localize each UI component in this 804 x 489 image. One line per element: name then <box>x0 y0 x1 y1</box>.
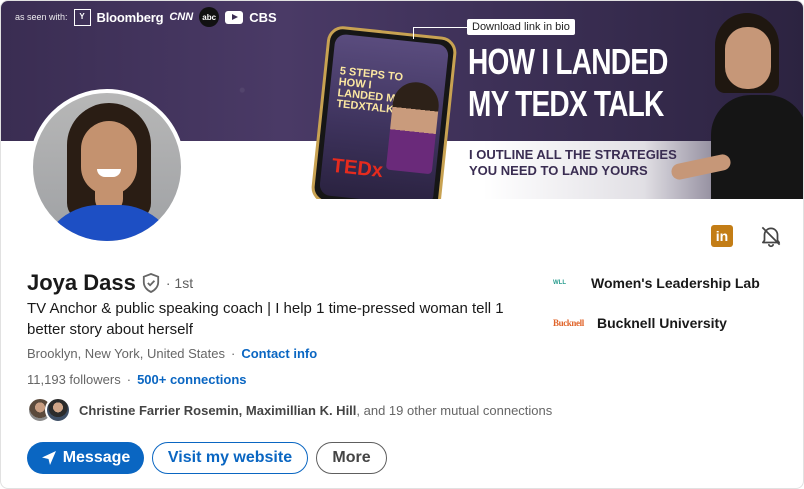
name-row: Joya Dass · 1st <box>27 269 193 297</box>
bucknell-logo: Bucknell <box>553 318 584 328</box>
linkedin-premium-icon[interactable]: in <box>711 225 733 247</box>
as-seen-label: as seen with: <box>15 12 68 22</box>
download-pointer-line <box>413 27 467 39</box>
mutual-avatar-2 <box>45 397 71 423</box>
bloomberg-logo: Bloomberg <box>96 9 164 25</box>
cbs-logo: CBS <box>249 9 277 25</box>
avatar-face <box>81 121 137 195</box>
message-button-label: Message <box>62 449 131 466</box>
org-bucknell-university[interactable]: Bucknell Bucknell University <box>553 312 727 334</box>
followers-count: 11,193 followers <box>27 372 121 387</box>
avatar-dress <box>39 205 179 241</box>
profile-avatar[interactable] <box>29 89 185 245</box>
connections-link[interactable]: 500+ connections <box>137 372 246 387</box>
profile-location: Brooklyn, New York, United States <box>27 346 225 361</box>
download-link-label: Download link in bio <box>467 19 575 35</box>
youtube-icon <box>225 10 244 24</box>
mutual-connections[interactable]: Christine Farrier Rosemin, Maximillian K… <box>27 397 552 423</box>
message-button[interactable]: Message <box>27 442 144 474</box>
banner-headline-line-2: MY TEDX TALK <box>468 83 664 124</box>
cnn-logo: CNN <box>169 11 194 23</box>
mutual-connections-text: Christine Farrier Rosemin, Maximillian K… <box>79 403 552 418</box>
location-row: Brooklyn, New York, United States · Cont… <box>27 346 317 361</box>
abc-logo: abc <box>199 7 220 27</box>
banner-subline-line-1: I OUTLINE ALL THE STRATEGIES <box>469 147 677 162</box>
verified-shield-icon[interactable] <box>142 273 160 293</box>
phone-portrait <box>385 79 441 175</box>
profile-name: Joya Dass <box>27 270 136 295</box>
more-button[interactable]: More <box>316 442 387 474</box>
profile-headline: TV Anchor & public speaking coach | I he… <box>27 300 504 338</box>
womens-leadership-lab-logo: WLL <box>553 280 566 286</box>
mutual-names: Christine Farrier Rosemin, Maximillian K… <box>79 402 357 418</box>
org-womens-leadership-lab[interactable]: WLL Women's Leadership Lab <box>553 272 760 294</box>
as-seen-with-strip: as seen with: Y Bloomberg CNN abc CBS <box>15 7 277 27</box>
speaker-face <box>725 27 771 89</box>
banner-subline-line-2: YOU NEED TO LAND YOURS <box>469 163 648 178</box>
banner-speaker-photo <box>669 9 803 199</box>
mutual-rest: , and 19 other mutual connections <box>356 402 553 418</box>
yahoo-logo: Y <box>73 8 91 26</box>
followers-row: 11,193 followers · 500+ connections <box>27 372 247 387</box>
separator-dot: · <box>126 372 132 387</box>
phone-tedx-logo: TEDx <box>330 154 384 183</box>
banner-headline-line-1: HOW I LANDED <box>468 41 668 82</box>
org-name: Women's Leadership Lab <box>591 275 760 291</box>
send-icon <box>41 451 56 465</box>
banner-headline: HOW I LANDED MY TEDX TALK <box>468 41 668 125</box>
visit-website-button[interactable]: Visit my website <box>152 442 308 474</box>
profile-card: as seen with: Y Bloomberg CNN abc CBS 5 … <box>0 0 804 489</box>
connection-degree: · 1st <box>165 275 194 291</box>
org-name: Bucknell University <box>597 315 727 331</box>
phone-screen: 5 STEPS TO HOW I LANDED MY TEDXTALK TEDx <box>318 33 450 199</box>
contact-info-link[interactable]: Contact info <box>241 346 317 361</box>
banner-subline: I OUTLINE ALL THE STRATEGIES YOU NEED TO… <box>469 147 677 179</box>
bell-icon[interactable] <box>758 223 784 249</box>
speaker-body <box>711 95 803 199</box>
separator-dot: · <box>231 346 236 361</box>
banner-phone-image: 5 STEPS TO HOW I LANDED MY TEDXTALK TEDx <box>310 24 458 199</box>
